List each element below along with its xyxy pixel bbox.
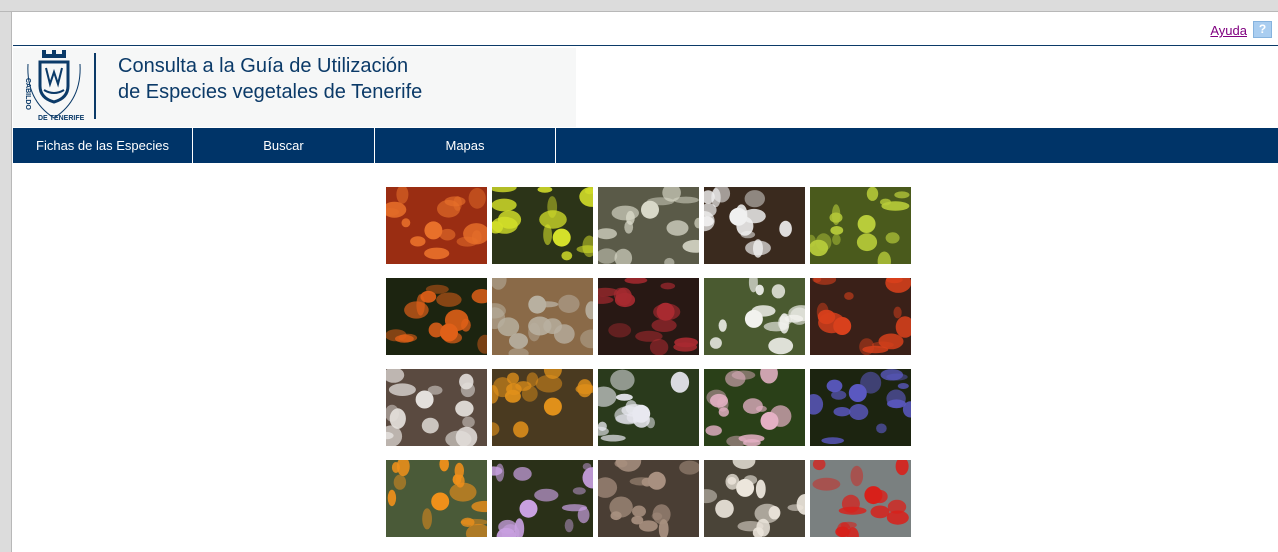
- nav-item-fichas[interactable]: Fichas de las Especies: [13, 128, 193, 163]
- white-succulent-rosette-photo[interactable]: [598, 187, 699, 264]
- nav-item-buscar[interactable]: Buscar: [193, 128, 375, 163]
- cabildo-de-tenerife-crest-icon[interactable]: CABILDO DE TENERIFE: [20, 50, 88, 126]
- orange-yellow-flowers-photo[interactable]: [386, 460, 487, 537]
- white-blossom-photo[interactable]: [704, 460, 805, 537]
- page-title-line-1: Consulta a la Guía de Utilización: [118, 55, 409, 77]
- white-daisy-cluster-photo[interactable]: [704, 278, 805, 355]
- help-question-icon[interactable]: ?: [1253, 21, 1272, 38]
- red-beak-flower-photo[interactable]: [810, 460, 911, 537]
- purple-flower-cluster-photo[interactable]: [810, 369, 911, 446]
- nav-item-mapas[interactable]: Mapas: [375, 128, 556, 163]
- red-spotted-flower-photo[interactable]: [598, 278, 699, 355]
- browser-frame-top: [0, 0, 1278, 12]
- white-flower-spike-photo[interactable]: [386, 369, 487, 446]
- page-title: Consulta a la Guía de Utilización de Esp…: [118, 53, 422, 105]
- svg-text:CABILDO: CABILDO: [24, 78, 31, 110]
- pink-flower-photo[interactable]: [704, 369, 805, 446]
- orange-succulent-photo[interactable]: [386, 187, 487, 264]
- dry-grey-shrub-photo[interactable]: [598, 460, 699, 537]
- orange-lotus-photo[interactable]: [492, 369, 593, 446]
- orange-bellflower-photo[interactable]: [386, 278, 487, 355]
- logo-divider: [94, 53, 96, 119]
- browser-frame-left: [0, 12, 12, 552]
- white-daisy-photo[interactable]: [704, 187, 805, 264]
- red-bud-photo[interactable]: [810, 278, 911, 355]
- help-link[interactable]: Ayuda: [1210, 23, 1247, 38]
- rock-plant-photo[interactable]: [492, 278, 593, 355]
- yellow-flower-cluster-photo[interactable]: [492, 187, 593, 264]
- page-title-line-2: de Especies vegetales de Tenerife: [118, 81, 423, 103]
- yellow-green-shrub-photo[interactable]: [810, 187, 911, 264]
- help-bar: Ayuda ?: [13, 13, 1278, 46]
- svg-text:DE TENERIFE: DE TENERIFE: [38, 115, 85, 122]
- main-navigation: Fichas de las Especies Buscar Mapas: [13, 128, 1278, 163]
- small-white-flower-photo[interactable]: [598, 369, 699, 446]
- lilac-thistle-photo[interactable]: [492, 460, 593, 537]
